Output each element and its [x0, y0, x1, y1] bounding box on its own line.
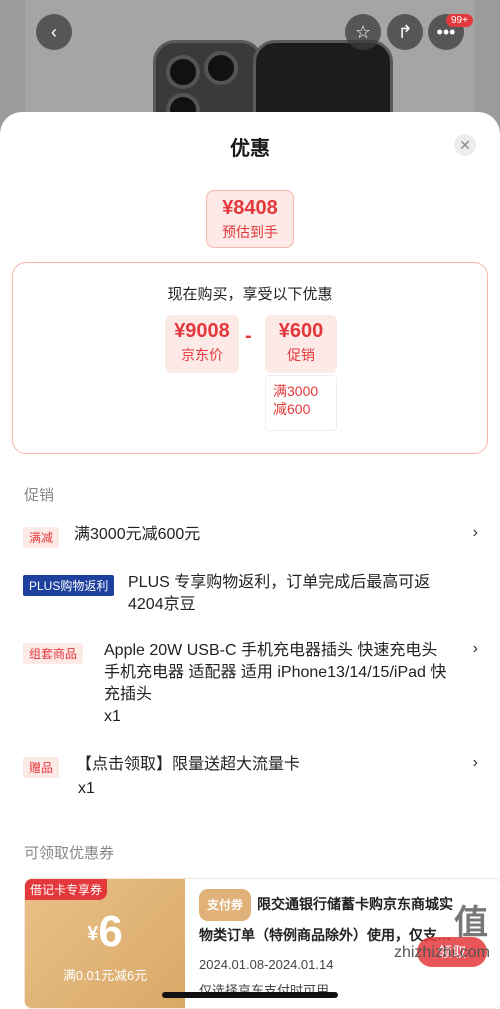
estimated-price: ¥8408	[222, 197, 278, 219]
bundle-text-line2: 手机充电器 适配器 适用 iPhone13/14/15/iPad 快	[104, 664, 447, 681]
discount-rule: 满3000 减600	[265, 375, 337, 431]
minus-sign: -	[245, 325, 252, 347]
discount-label: 促销	[287, 347, 315, 363]
estimated-price-box: ¥8408 预估到手	[206, 190, 294, 248]
close-button[interactable]: ✕	[454, 134, 476, 156]
base-price-chip: ¥9008 京东价	[165, 315, 239, 373]
coupon-amount-value: 6	[98, 907, 123, 956]
watermark-site: zhizhizhi.com	[393, 944, 490, 961]
discount-rule-line2: 减600	[273, 401, 311, 417]
promotion-tag: 满减	[23, 527, 60, 548]
camera-lens	[204, 51, 238, 85]
coupon-currency: ¥	[87, 923, 99, 945]
back-button[interactable]: ‹	[36, 14, 72, 50]
star-icon: ☆	[354, 21, 372, 42]
promotions-section-title: 促销	[24, 487, 55, 504]
price-calculation-box: 现在购买，享受以下优惠 ¥9008 京东价 - ¥600 促销 满3000 减6…	[12, 262, 488, 454]
watermark-logo: 值	[454, 904, 490, 942]
coupons-section-title: 可领取优惠券	[24, 845, 115, 862]
home-indicator	[162, 992, 338, 998]
gift-text: 【点击领取】限量送超大流量卡	[76, 756, 301, 773]
promotion-tag: PLUS购物返利	[23, 575, 115, 596]
share-button[interactable]: ↱	[387, 14, 423, 50]
estimated-price-label: 预估到手	[222, 224, 278, 240]
close-icon: ✕	[459, 136, 471, 153]
discount-rule-line1: 满3000	[273, 383, 319, 399]
favorite-button[interactable]: ☆	[345, 14, 381, 50]
discount-amount: ¥600	[278, 320, 324, 342]
promotion-row[interactable]: 赠品 【点击领取】限量送超大流量卡 x1 ›	[0, 754, 500, 804]
promotion-row[interactable]: 满减 满3000元减600元 ›	[0, 524, 500, 554]
share-icon: ↱	[397, 21, 413, 42]
message-badge: 99+	[446, 14, 473, 27]
promotion-text: 满3000元减600元	[74, 526, 201, 543]
product-backdrop	[0, 0, 500, 140]
coupon-condition: 满0.01元减6元	[62, 968, 148, 983]
bundle-text-line1: Apple 20W USB-C 手机充电器插头 快速充电头	[104, 642, 438, 659]
chevron-right-icon: ›	[472, 754, 478, 771]
discount-sheet: 优惠 ✕ ¥8408 预估到手 现在购买，享受以下优惠 ¥9008 京东价 - …	[0, 112, 500, 1009]
site-watermark: 值 zhizhizhi.com	[394, 895, 490, 962]
promotion-tag: 赠品	[23, 757, 60, 778]
pay-coupon-tag: 支付券	[199, 889, 252, 921]
camera-lens	[166, 55, 200, 89]
discount-chip: ¥600 促销	[265, 315, 337, 373]
sheet-title: 优惠	[230, 138, 270, 160]
base-price: ¥9008	[174, 320, 230, 342]
promotion-row[interactable]: PLUS购物返利 PLUS 专享购物返利，订单完成后最高可返 4204京豆	[0, 572, 500, 622]
promotion-tag: 组套商品	[23, 643, 84, 664]
bundle-text-line3: 充插头	[104, 686, 153, 703]
promotion-text-line2: 4204京豆	[128, 596, 196, 613]
calc-title: 现在购买，享受以下优惠	[167, 286, 333, 303]
promotion-text-line1: PLUS 专享购物返利，订单完成后最高可返	[128, 574, 431, 591]
coupon-amount: ¥6	[25, 907, 185, 957]
bundle-quantity: x1	[104, 708, 121, 725]
promotion-row[interactable]: 组套商品 Apple 20W USB-C 手机充电器插头 快速充电头 手机充电器…	[0, 640, 500, 730]
coupon-type-tag: 借记卡专享券	[25, 879, 108, 900]
base-price-label: 京东价	[181, 347, 223, 363]
gift-quantity: x1	[78, 780, 95, 797]
chevron-right-icon: ›	[472, 640, 478, 657]
back-icon: ‹	[51, 21, 57, 42]
chevron-right-icon: ›	[472, 524, 478, 541]
